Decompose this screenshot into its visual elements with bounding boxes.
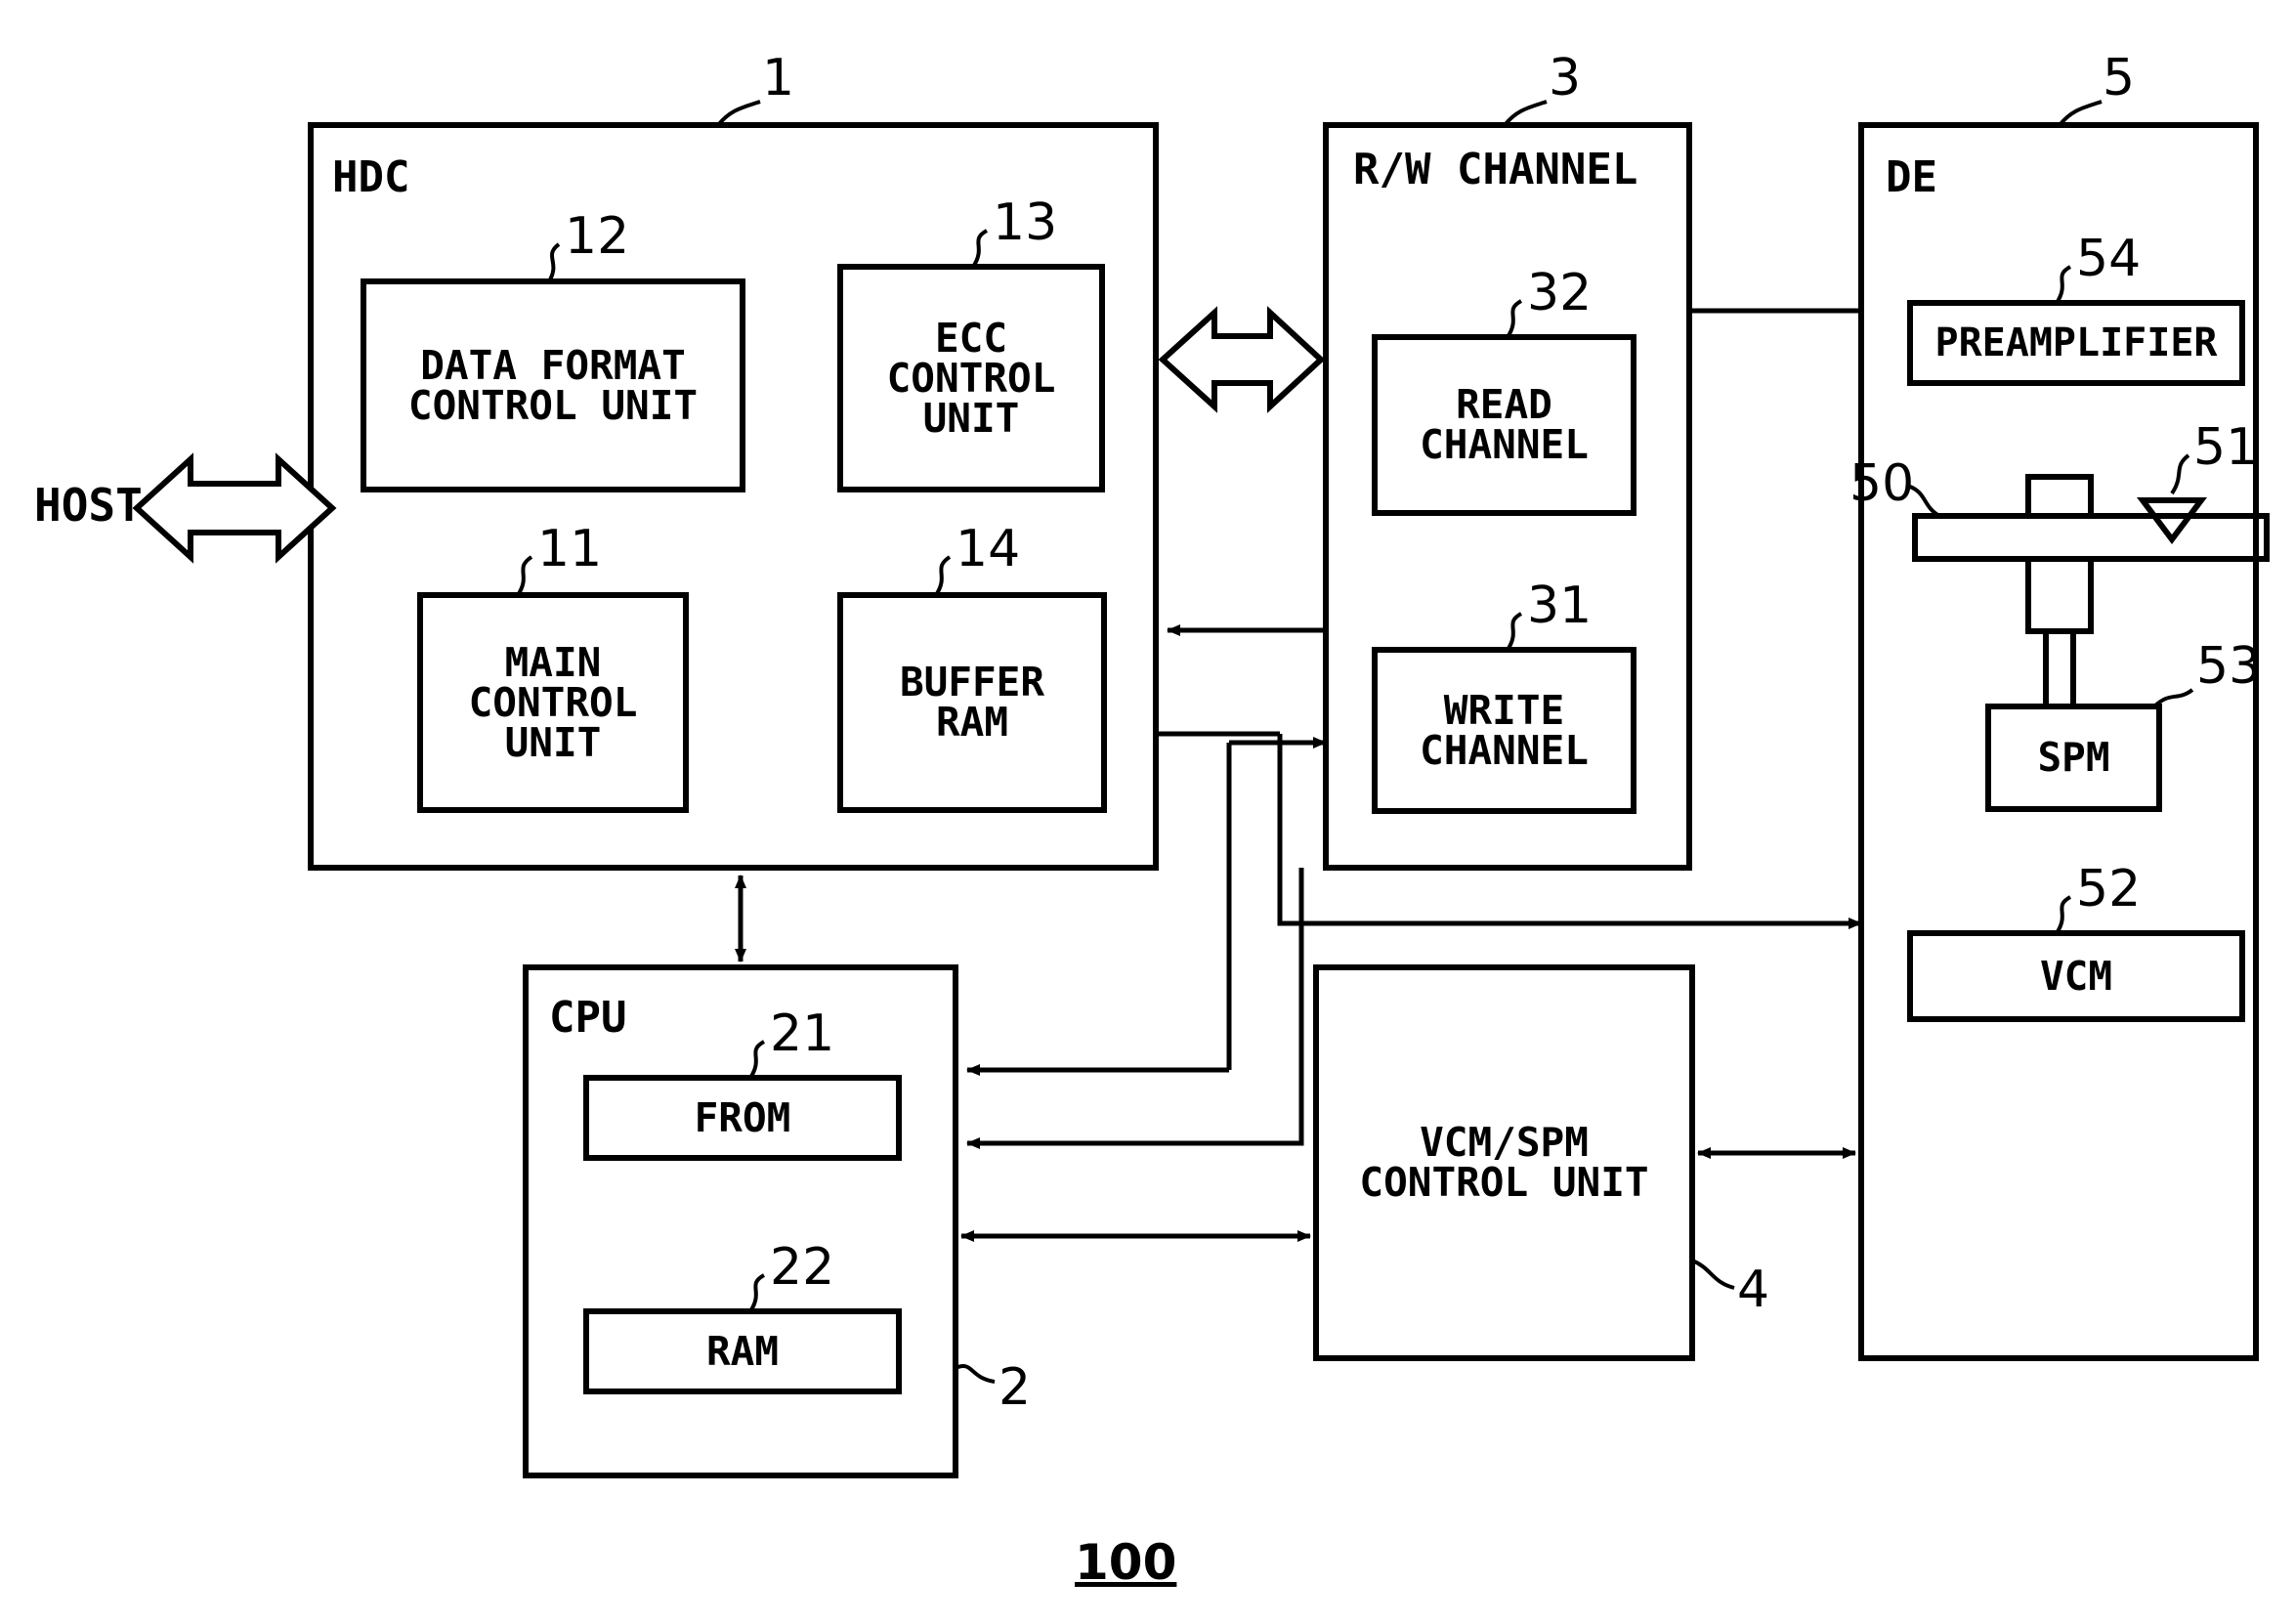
disk-hub-shape bbox=[2025, 474, 2094, 516]
leader-2 bbox=[955, 1364, 996, 1384]
ram-line-1: RAM bbox=[705, 1327, 780, 1375]
leader-12 bbox=[547, 242, 561, 283]
head-slider-shape bbox=[2137, 497, 2207, 544]
leader-31 bbox=[1506, 612, 1523, 652]
cpu-title: CPU bbox=[549, 993, 627, 1043]
hdc-title: HDC bbox=[332, 152, 410, 202]
host-label: HOST bbox=[34, 479, 143, 532]
ref-32: 32 bbox=[1527, 264, 1593, 322]
ecc-control-unit-label: ECC CONTROL UNIT bbox=[840, 267, 1102, 490]
hdc-rwchannel-double-arrow-shape bbox=[1158, 306, 1326, 413]
vcm-spm-control-unit-line-1: VCM/SPM bbox=[1420, 1119, 1589, 1166]
leader-50 bbox=[1909, 485, 1941, 518]
leader-3 bbox=[1503, 100, 1548, 127]
leader-21 bbox=[748, 1040, 766, 1080]
ref-31: 31 bbox=[1527, 577, 1593, 635]
ref-21: 21 bbox=[770, 1004, 835, 1063]
read-channel-label: READ CHANNEL bbox=[1375, 337, 1634, 513]
leader-5 bbox=[2058, 100, 2103, 127]
leader-13 bbox=[971, 229, 989, 269]
vcm-label: VCM bbox=[1910, 933, 2242, 1019]
buffer-ram-label: BUFFER RAM bbox=[840, 595, 1104, 810]
ref-50: 50 bbox=[1849, 454, 1915, 513]
data-format-control-unit-label: DATA FORMAT CONTROL UNIT bbox=[363, 281, 743, 490]
ref-4: 4 bbox=[1737, 1261, 1770, 1319]
main-control-unit-line-2: CONTROL bbox=[468, 678, 638, 726]
leader-51 bbox=[2170, 453, 2190, 495]
ref-2: 2 bbox=[999, 1358, 1032, 1417]
host-double-arrow-shape bbox=[132, 452, 337, 564]
leader-4 bbox=[1691, 1259, 1735, 1290]
main-control-unit-label: MAIN CONTROL UNIT bbox=[420, 595, 686, 810]
diagram-lines-layer bbox=[132, 100, 2270, 1478]
wire-rwchannel-down-to-cpu bbox=[966, 868, 1304, 1149]
vcm-line-1: VCM bbox=[2039, 952, 2113, 1000]
patent-figure-canvas: HOST HDC 1 DATA FORMAT CONTROL UNIT 12 E… bbox=[0, 0, 2295, 1624]
spm-line-1: SPM bbox=[2037, 734, 2110, 781]
data-format-control-unit-line-2: CONTROL UNIT bbox=[407, 381, 699, 429]
ecc-control-unit-line-1: ECC bbox=[934, 314, 1008, 362]
vcm-spm-control-unit-label: VCM/SPM CONTROL UNIT bbox=[1316, 1065, 1692, 1261]
ref-51: 51 bbox=[2193, 418, 2259, 477]
ref-22: 22 bbox=[770, 1238, 835, 1297]
vcm-spm-control-unit-line-2: CONTROL UNIT bbox=[1359, 1159, 1649, 1206]
leader-22 bbox=[748, 1273, 766, 1313]
read-channel-line-1: READ bbox=[1456, 381, 1552, 428]
write-channel-line-1: WRITE bbox=[1443, 686, 1565, 734]
preamplifier-label: PREAMPLIFIER bbox=[1910, 303, 2242, 383]
main-control-unit-line-1: MAIN bbox=[504, 638, 602, 686]
ref-1: 1 bbox=[762, 49, 795, 107]
ram-label: RAM bbox=[586, 1311, 899, 1391]
rw-channel-title: R/W CHANNEL bbox=[1353, 145, 1638, 194]
ref-54: 54 bbox=[2076, 230, 2142, 288]
buffer-ram-line-2: RAM bbox=[935, 699, 1009, 746]
ref-53: 53 bbox=[2196, 637, 2262, 696]
leader-11 bbox=[516, 555, 533, 597]
leader-32 bbox=[1506, 299, 1523, 339]
spm-label: SPM bbox=[1988, 706, 2159, 809]
leader-54 bbox=[2055, 265, 2072, 305]
preamplifier-line-1: PREAMPLIFIER bbox=[1934, 321, 2218, 365]
write-channel-label: WRITE CHANNEL bbox=[1375, 650, 1634, 811]
cpu-block-outline bbox=[523, 964, 958, 1478]
ref-3: 3 bbox=[1549, 49, 1582, 107]
leader-52 bbox=[2055, 895, 2072, 935]
leader-1 bbox=[716, 100, 761, 127]
from-label: FROM bbox=[586, 1078, 899, 1158]
write-channel-line-2: CHANNEL bbox=[1420, 726, 1589, 774]
data-format-control-unit-line-1: DATA FORMAT bbox=[420, 341, 686, 389]
ref-11: 11 bbox=[537, 520, 603, 578]
main-control-unit-line-3: UNIT bbox=[504, 718, 602, 766]
read-channel-line-2: CHANNEL bbox=[1420, 421, 1589, 468]
ref-52: 52 bbox=[2076, 860, 2142, 919]
de-title: DE bbox=[1886, 152, 1937, 202]
ref-5: 5 bbox=[2103, 49, 2136, 107]
spindle-shaft-upper-shape bbox=[2025, 559, 2094, 634]
ecc-control-unit-line-3: UNIT bbox=[922, 394, 1020, 442]
ref-12: 12 bbox=[565, 207, 630, 266]
ecc-control-unit-line-2: CONTROL bbox=[886, 354, 1056, 402]
leader-53 bbox=[2152, 688, 2194, 708]
ref-13: 13 bbox=[993, 193, 1058, 252]
leader-14 bbox=[934, 555, 952, 597]
figure-number: 100 bbox=[1075, 1534, 1177, 1591]
disk-platter-shape bbox=[1912, 513, 2270, 562]
ref-14: 14 bbox=[956, 520, 1021, 578]
buffer-ram-line-1: BUFFER bbox=[899, 659, 1045, 705]
from-line-1: FROM bbox=[694, 1093, 791, 1141]
